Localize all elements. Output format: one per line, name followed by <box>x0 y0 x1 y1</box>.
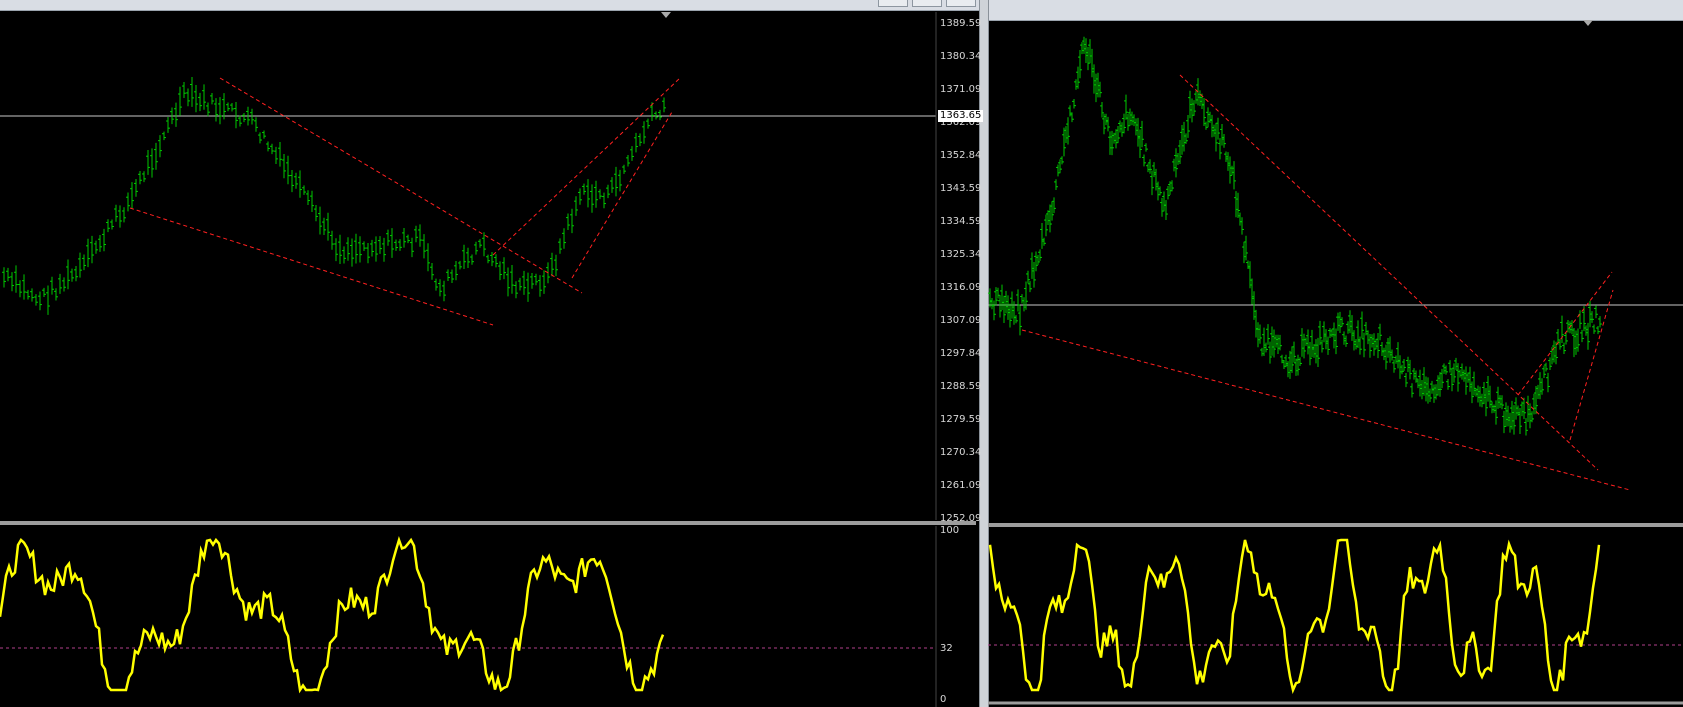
left-oscillator <box>0 526 937 707</box>
trendline <box>1179 74 1599 471</box>
right-price-chart <box>988 20 1683 491</box>
oscillator-line <box>0 535 665 694</box>
trendline <box>571 111 673 279</box>
trendline <box>492 77 681 256</box>
trendline <box>1021 329 1631 491</box>
trendline <box>129 207 494 326</box>
oscillator-line <box>988 538 1601 694</box>
shift-marker-icon <box>1583 20 1593 26</box>
left-price-chart <box>0 12 937 520</box>
shift-marker-icon <box>661 12 671 18</box>
trendline <box>219 77 583 294</box>
charts-canvas <box>0 12 1683 707</box>
right-oscillator <box>988 538 1683 705</box>
